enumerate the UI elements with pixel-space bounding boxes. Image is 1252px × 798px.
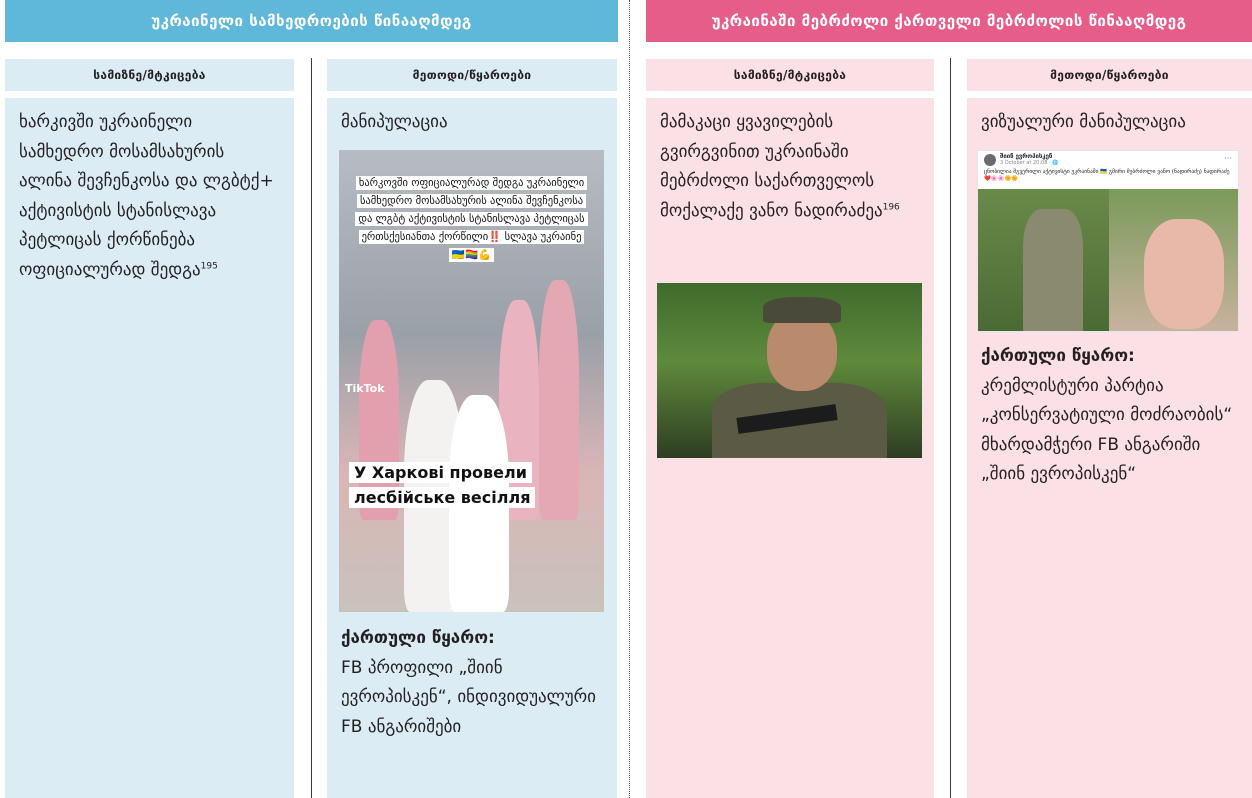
footnote-196[interactable]: 196 <box>883 202 900 212</box>
method-label-wedding: მანიპულაცია <box>341 112 448 132</box>
figure-man <box>1144 219 1224 329</box>
column-claim-wedding: ხარკივში უკრაინელი სამხედრო მოსამსახურის… <box>5 98 294 798</box>
subheader-method-sources-2: მეთოდი/წყაროები <box>967 59 1252 91</box>
soldier-face <box>767 311 837 391</box>
post-date: 3 October at 20:08 · 🌐 <box>1000 160 1059 166</box>
more-options-icon: ··· <box>1224 154 1232 163</box>
claim-text-fighter: მამაკაცი ყვავილების გვირგვინით უკრაინაში… <box>660 112 900 221</box>
source-text-wedding: FB პროფილი „შიინ ევროპისკენ“, ინდივიდუალ… <box>341 657 596 737</box>
post-author-name: შიინ ევროპისკენ <box>1000 153 1053 160</box>
fb-post-screenshot: შიინ ევროპისკენ 3 October at 20:08 · 🌐 ·… <box>977 150 1239 332</box>
soldier-photo <box>657 283 922 458</box>
footnote-195[interactable]: 195 <box>201 261 218 271</box>
soldier-cap <box>763 297 841 323</box>
claim-text-wedding: ხარკივში უკრაინელი სამხედრო მოსამსახურის… <box>19 112 274 280</box>
tiktok-watermark: TikTok <box>345 382 385 395</box>
column-divider-right <box>950 58 951 798</box>
source-label-fighter: ქართული წყარო: <box>981 346 1135 366</box>
avatar <box>984 154 996 166</box>
column-divider-left <box>311 58 312 798</box>
post-photo-soldier <box>978 189 1109 331</box>
section-header-ukrainian-military: უკრაინელი სამხედროების წინააღმდეგ <box>5 0 618 42</box>
wedding-screenshot-image: TikTok ხარკოვში ოფიციალურად შედგა უკრაინ… <box>339 150 604 612</box>
subheader-target-claim-1: სამიზნე/მტკიცება <box>5 59 294 91</box>
section-divider <box>629 0 630 798</box>
image-caption-top: ხარკოვში ოფიციალურად შედგა უკრაინელი სამ… <box>355 174 588 264</box>
figure-soldier <box>1023 209 1083 331</box>
subheader-method-sources-1: მეთოდი/წყაროები <box>327 59 617 91</box>
post-photo-man-flowers <box>1109 189 1238 331</box>
method-label-fighter: ვიზუალური მანიპულაცია <box>981 112 1186 132</box>
section-header-georgian-fighter: უკრაინაში მებრძოლი ქართველი მებრძოლის წი… <box>646 0 1252 42</box>
source-text-fighter: კრემლისტური პარტია „კონსერვატიული მოძრაო… <box>981 375 1233 485</box>
source-block-wedding: ქართული წყარო: FB პროფილი „შიინ ევროპისკ… <box>341 624 611 742</box>
source-label-wedding: ქართული წყარო: <box>341 628 495 648</box>
post-text: ცნობილია მგვერილი აქტივისტი უკრაინაში 🇺🇦… <box>984 169 1230 182</box>
source-block-fighter: ქართული წყარო: კრემლისტური პარტია „კონსე… <box>981 342 1247 490</box>
image-caption-bottom: У Харкові провели лесбійське весілля <box>349 460 604 510</box>
subheader-target-claim-2: სამიზნე/მტკიცება <box>646 59 934 91</box>
